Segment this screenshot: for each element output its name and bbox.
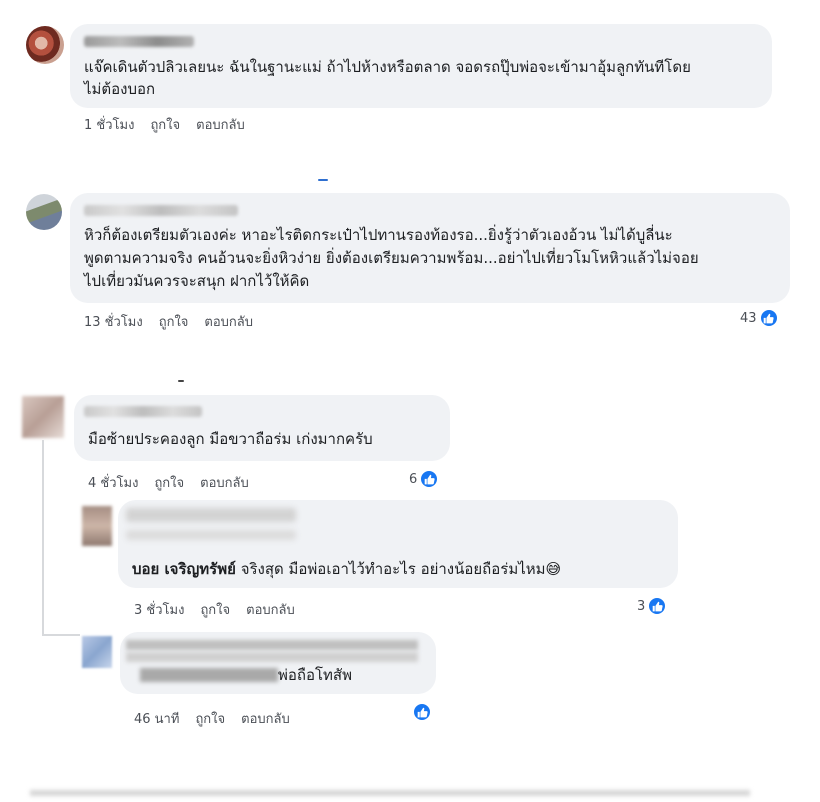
divider-artifact [318,179,328,181]
comment-text-line: ไปเที่ยวมันควรจะสนุก ฝากไว้ให้คิด [84,272,310,290]
reaction-count[interactable]: 6 [409,469,440,489]
replier-name-blurred[interactable] [126,640,418,650]
comment-text-line: หิวก็ต้องเตรียมตัวเองค่ะ หาอะไรติดกระเป๋… [84,226,673,244]
reaction-number: 43 [740,310,757,326]
commenter-name-blurred[interactable] [84,205,238,216]
reply-link[interactable]: ตอบกลับ [204,315,253,330]
mention-link[interactable]: บอย เจริญทรัพย์ [132,560,236,578]
thumbs-up-icon [647,596,668,616]
reply-link[interactable]: ตอบกลับ [246,603,295,618]
like-link[interactable]: ถูกใจ [150,118,180,133]
reaction-number: 6 [409,471,418,487]
thumbs-up-icon [412,702,432,722]
comment-meta: 4 ชั่วโมง ถูกใจ ตอบกลับ [88,472,265,493]
reply-body: พ่อถือโทสัพ [278,666,352,684]
comment-text-line: แจ๊คเดินตัวปลิวเลยนะ ฉันในฐานะแม่ ถ้าไปห… [84,58,691,76]
comment-time[interactable]: 1 ชั่วโมง [84,118,134,133]
like-link[interactable]: ถูกใจ [200,603,230,618]
replier-avatar[interactable] [82,506,112,546]
divider-artifact [178,380,184,382]
commenter-avatar[interactable] [26,26,64,64]
comment-time[interactable]: 13 ชั่วโมง [84,315,143,330]
comment-meta: 13 ชั่วโมง ถูกใจ ตอบกลับ [84,311,269,332]
comment-text-line: ไม่ต้องบอก [84,80,156,98]
reply-thread-line [42,634,80,636]
mention-blurred[interactable] [140,668,278,682]
reply-link[interactable]: ตอบกลับ [196,118,245,133]
reaction-number: 3 [637,598,646,614]
reaction-count[interactable]: 3 [637,596,668,616]
reaction-count[interactable]: 43 [740,308,779,328]
next-comment-blurred [30,790,750,796]
reply-body: จริงสุด มือพ่อเอาไว้ทำอะไร อย่างน้อยถือร… [235,560,562,578]
commenter-avatar[interactable] [26,194,62,230]
reply-thread-line [42,440,44,636]
comment-meta: 3 ชั่วโมง ถูกใจ ตอบกลับ [134,599,311,620]
comment-time[interactable]: 3 ชั่วโมง [134,603,184,618]
replier-avatar[interactable] [82,636,112,668]
replier-name-blurred[interactable] [126,652,418,662]
replier-name-blurred[interactable] [126,508,296,522]
comment-time[interactable]: 4 ชั่วโมง [88,476,138,491]
thumbs-up-icon [758,308,779,328]
comment-meta: 46 นาที ถูกใจ ตอบกลับ [134,708,306,729]
comment-time[interactable]: 46 นาที [134,712,179,727]
commenter-avatar[interactable] [22,396,64,438]
like-link[interactable]: ถูกใจ [154,476,184,491]
reply-link[interactable]: ตอบกลับ [200,476,249,491]
comment-text-line: มือซ้ายประคองลูก มือขวาถือร่ม เก่งมากครั… [88,430,373,448]
reply-text: บอย เจริญทรัพย์ จริงสุด มือพ่อเอาไว้ทำอะ… [132,558,561,580]
replier-name-blurred[interactable] [126,530,296,540]
like-link[interactable]: ถูกใจ [195,712,225,727]
thumbs-up-icon [419,469,440,489]
reply-link[interactable]: ตอบกลับ [241,712,290,727]
commenter-name-blurred[interactable] [84,36,194,47]
reaction-count[interactable] [412,702,432,722]
comment-meta: 1 ชั่วโมง ถูกใจ ตอบกลับ [84,114,261,135]
like-link[interactable]: ถูกใจ [159,315,189,330]
comment-text-line: พูดตามความจริง คนอ้วนจะยิ่งหิวง่าย ยิ่งต… [84,249,699,267]
commenter-name-blurred[interactable] [84,406,202,417]
